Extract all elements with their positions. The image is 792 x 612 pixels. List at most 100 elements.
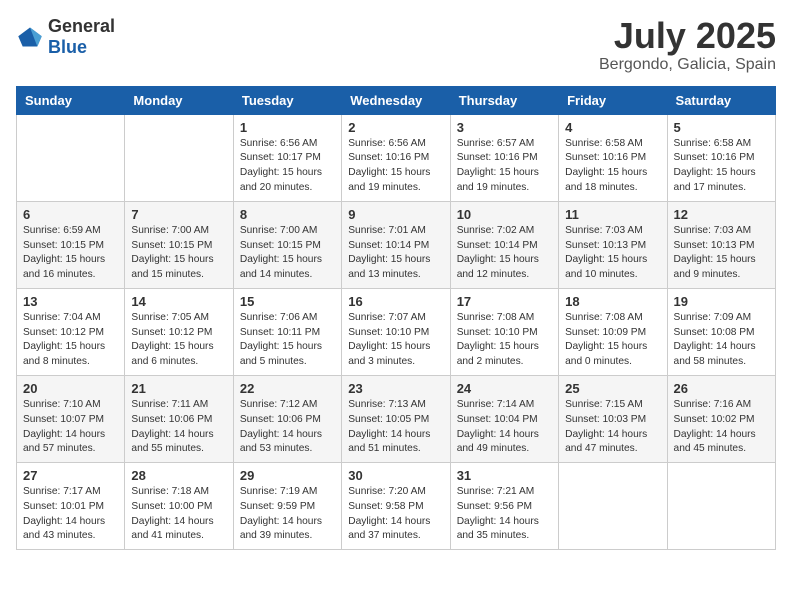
day-number: 22 <box>240 381 335 396</box>
day-cell <box>125 114 233 201</box>
weekday-header-saturday: Saturday <box>667 86 775 114</box>
day-cell: 14 Sunrise: 7:05 AM Sunset: 10:12 PM Dayl… <box>125 288 233 375</box>
logo-text: General Blue <box>48 16 115 58</box>
day-info: Sunrise: 7:17 AM Sunset: 10:01 PM Daylig… <box>23 485 118 544</box>
day-cell: 3 Sunrise: 6:57 AM Sunset: 10:16 PM Dayli… <box>450 114 558 201</box>
day-number: 19 <box>674 294 769 309</box>
day-number: 15 <box>240 294 335 309</box>
day-number: 12 <box>674 207 769 222</box>
day-cell: 30 Sunrise: 7:20 AM Sunset: 9:58 PM Dayli… <box>342 463 450 550</box>
day-info: Sunrise: 7:00 AM Sunset: 10:15 PM Daylig… <box>240 224 335 283</box>
day-cell: 26 Sunrise: 7:16 AM Sunset: 10:02 PM Dayl… <box>667 375 775 462</box>
day-info: Sunrise: 7:13 AM Sunset: 10:05 PM Daylig… <box>348 398 443 457</box>
day-cell: 23 Sunrise: 7:13 AM Sunset: 10:05 PM Dayl… <box>342 375 450 462</box>
week-row-2: 6 Sunrise: 6:59 AM Sunset: 10:15 PM Dayli… <box>17 201 776 288</box>
day-cell: 1 Sunrise: 6:56 AM Sunset: 10:17 PM Dayli… <box>233 114 341 201</box>
day-cell <box>559 463 667 550</box>
day-cell: 27 Sunrise: 7:17 AM Sunset: 10:01 PM Dayl… <box>17 463 125 550</box>
day-cell: 11Sunrise: 7:03 AM Sunset: 10:13 PM Dayl… <box>559 201 667 288</box>
week-row-5: 27 Sunrise: 7:17 AM Sunset: 10:01 PM Dayl… <box>17 463 776 550</box>
week-row-4: 20Sunrise: 7:10 AM Sunset: 10:07 PM Dayl… <box>17 375 776 462</box>
day-info: Sunrise: 6:58 AM Sunset: 10:16 PM Daylig… <box>565 137 660 196</box>
day-cell: 20Sunrise: 7:10 AM Sunset: 10:07 PM Dayl… <box>17 375 125 462</box>
day-info: Sunrise: 7:14 AM Sunset: 10:04 PM Daylig… <box>457 398 552 457</box>
day-info: Sunrise: 7:08 AM Sunset: 10:10 PM Daylig… <box>457 311 552 370</box>
day-cell: 19 Sunrise: 7:09 AM Sunset: 10:08 PM Dayl… <box>667 288 775 375</box>
day-info: Sunrise: 7:04 AM Sunset: 10:12 PM Daylig… <box>23 311 118 370</box>
weekday-header-monday: Monday <box>125 86 233 114</box>
day-number: 5 <box>674 120 769 135</box>
day-number: 7 <box>131 207 226 222</box>
day-number: 6 <box>23 207 118 222</box>
day-cell: 18 Sunrise: 7:08 AM Sunset: 10:09 PM Dayl… <box>559 288 667 375</box>
day-number: 11 <box>565 207 660 222</box>
day-cell: 13Sunrise: 7:04 AM Sunset: 10:12 PM Dayl… <box>17 288 125 375</box>
day-number: 17 <box>457 294 552 309</box>
day-info: Sunrise: 7:06 AM Sunset: 10:11 PM Daylig… <box>240 311 335 370</box>
day-cell: 15 Sunrise: 7:06 AM Sunset: 10:11 PM Dayl… <box>233 288 341 375</box>
day-number: 21 <box>131 381 226 396</box>
day-number: 8 <box>240 207 335 222</box>
day-cell: 24 Sunrise: 7:14 AM Sunset: 10:04 PM Dayl… <box>450 375 558 462</box>
weekday-header-wednesday: Wednesday <box>342 86 450 114</box>
day-cell: 31 Sunrise: 7:21 AM Sunset: 9:56 PM Dayli… <box>450 463 558 550</box>
day-number: 23 <box>348 381 443 396</box>
day-cell: 8 Sunrise: 7:00 AM Sunset: 10:15 PM Dayli… <box>233 201 341 288</box>
day-number: 3 <box>457 120 552 135</box>
day-cell: 6 Sunrise: 6:59 AM Sunset: 10:15 PM Dayli… <box>17 201 125 288</box>
day-cell: 28Sunrise: 7:18 AM Sunset: 10:00 PM Dayl… <box>125 463 233 550</box>
day-number: 16 <box>348 294 443 309</box>
day-info: Sunrise: 7:15 AM Sunset: 10:03 PM Daylig… <box>565 398 660 457</box>
day-info: Sunrise: 7:07 AM Sunset: 10:10 PM Daylig… <box>348 311 443 370</box>
day-info: Sunrise: 6:57 AM Sunset: 10:16 PM Daylig… <box>457 137 552 196</box>
day-cell: 12Sunrise: 7:03 AM Sunset: 10:13 PM Dayl… <box>667 201 775 288</box>
week-row-1: 1 Sunrise: 6:56 AM Sunset: 10:17 PM Dayli… <box>17 114 776 201</box>
day-cell: 17 Sunrise: 7:08 AM Sunset: 10:10 PM Dayl… <box>450 288 558 375</box>
day-number: 27 <box>23 468 118 483</box>
day-info: Sunrise: 7:00 AM Sunset: 10:15 PM Daylig… <box>131 224 226 283</box>
day-number: 31 <box>457 468 552 483</box>
day-cell: 21Sunrise: 7:11 AM Sunset: 10:06 PM Dayl… <box>125 375 233 462</box>
day-info: Sunrise: 7:20 AM Sunset: 9:58 PM Dayligh… <box>348 485 443 544</box>
day-cell <box>667 463 775 550</box>
day-cell: 7 Sunrise: 7:00 AM Sunset: 10:15 PM Dayli… <box>125 201 233 288</box>
page-header: General Blue July 2025 Bergondo, Galicia… <box>16 16 776 74</box>
month-title: July 2025 <box>599 16 776 56</box>
day-info: Sunrise: 7:09 AM Sunset: 10:08 PM Daylig… <box>674 311 769 370</box>
day-number: 26 <box>674 381 769 396</box>
day-info: Sunrise: 7:02 AM Sunset: 10:14 PM Daylig… <box>457 224 552 283</box>
day-info: Sunrise: 7:21 AM Sunset: 9:56 PM Dayligh… <box>457 485 552 544</box>
day-cell <box>17 114 125 201</box>
day-number: 18 <box>565 294 660 309</box>
weekday-header-sunday: Sunday <box>17 86 125 114</box>
logo-icon <box>16 26 44 48</box>
day-number: 10 <box>457 207 552 222</box>
title-block: July 2025 Bergondo, Galicia, Spain <box>599 16 776 74</box>
day-cell: 5 Sunrise: 6:58 AM Sunset: 10:16 PM Dayli… <box>667 114 775 201</box>
day-number: 24 <box>457 381 552 396</box>
day-number: 14 <box>131 294 226 309</box>
day-cell: 10 Sunrise: 7:02 AM Sunset: 10:14 PM Dayl… <box>450 201 558 288</box>
day-number: 30 <box>348 468 443 483</box>
week-row-3: 13Sunrise: 7:04 AM Sunset: 10:12 PM Dayl… <box>17 288 776 375</box>
weekday-header-thursday: Thursday <box>450 86 558 114</box>
logo: General Blue <box>16 16 115 58</box>
day-info: Sunrise: 7:12 AM Sunset: 10:06 PM Daylig… <box>240 398 335 457</box>
day-info: Sunrise: 6:59 AM Sunset: 10:15 PM Daylig… <box>23 224 118 283</box>
day-info: Sunrise: 6:56 AM Sunset: 10:16 PM Daylig… <box>348 137 443 196</box>
day-info: Sunrise: 7:19 AM Sunset: 9:59 PM Dayligh… <box>240 485 335 544</box>
day-number: 28 <box>131 468 226 483</box>
day-number: 2 <box>348 120 443 135</box>
weekday-header-friday: Friday <box>559 86 667 114</box>
weekday-header-row: SundayMondayTuesdayWednesdayThursdayFrid… <box>17 86 776 114</box>
day-info: Sunrise: 6:58 AM Sunset: 10:16 PM Daylig… <box>674 137 769 196</box>
day-info: Sunrise: 7:16 AM Sunset: 10:02 PM Daylig… <box>674 398 769 457</box>
day-cell: 25Sunrise: 7:15 AM Sunset: 10:03 PM Dayl… <box>559 375 667 462</box>
day-info: Sunrise: 7:08 AM Sunset: 10:09 PM Daylig… <box>565 311 660 370</box>
day-number: 9 <box>348 207 443 222</box>
day-info: Sunrise: 6:56 AM Sunset: 10:17 PM Daylig… <box>240 137 335 196</box>
day-info: Sunrise: 7:05 AM Sunset: 10:12 PM Daylig… <box>131 311 226 370</box>
day-info: Sunrise: 7:01 AM Sunset: 10:14 PM Daylig… <box>348 224 443 283</box>
day-info: Sunrise: 7:10 AM Sunset: 10:07 PM Daylig… <box>23 398 118 457</box>
day-number: 1 <box>240 120 335 135</box>
